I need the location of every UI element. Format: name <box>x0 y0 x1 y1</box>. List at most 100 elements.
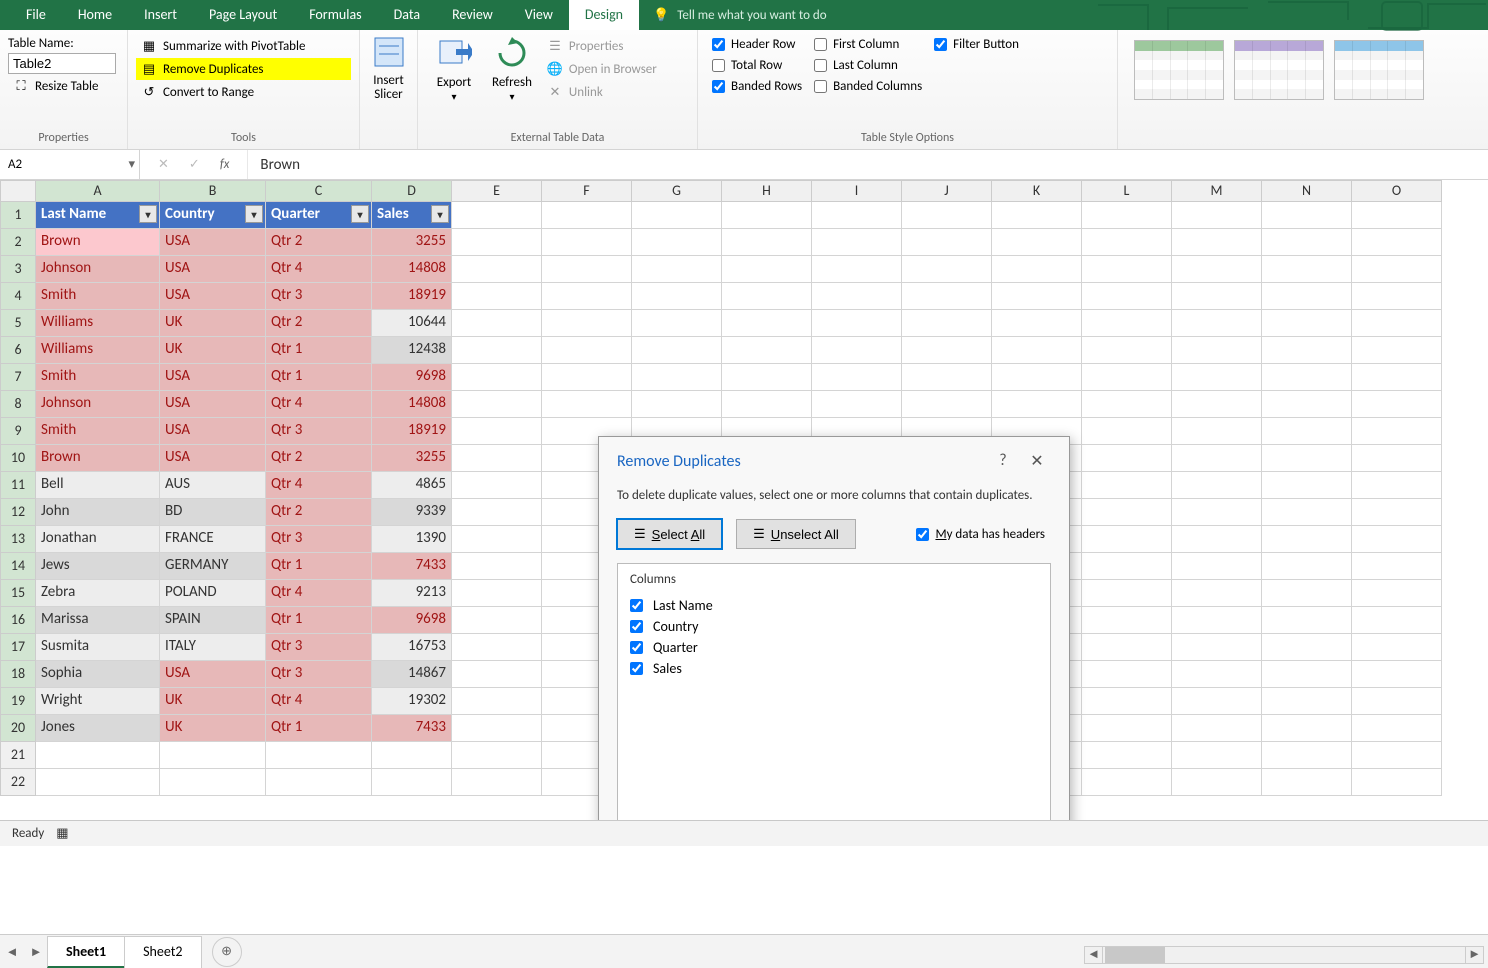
cell[interactable] <box>36 769 160 796</box>
column-header[interactable]: M <box>1172 180 1262 202</box>
cell[interactable]: USA <box>160 445 266 472</box>
cell[interactable] <box>812 310 902 337</box>
cell[interactable] <box>452 688 542 715</box>
cell[interactable] <box>1082 472 1172 499</box>
banded-columns-checkbox[interactable]: Banded Columns <box>808 76 928 97</box>
cell[interactable] <box>1172 310 1262 337</box>
column-header[interactable]: C <box>266 180 372 202</box>
cell[interactable] <box>542 283 632 310</box>
row-header[interactable]: 18 <box>0 661 36 688</box>
cell[interactable]: 14808 <box>372 391 452 418</box>
column-header[interactable]: G <box>632 180 722 202</box>
cell[interactable] <box>1172 364 1262 391</box>
convert-to-range-button[interactable]: ↺ Convert to Range <box>136 81 351 103</box>
cell[interactable]: UK <box>160 310 266 337</box>
column-header[interactable]: J <box>902 180 992 202</box>
cell[interactable] <box>452 202 542 229</box>
cell[interactable]: Susmita <box>36 634 160 661</box>
scroll-right-icon[interactable]: ► <box>1465 947 1483 963</box>
cell[interactable]: UK <box>160 337 266 364</box>
cell[interactable] <box>452 472 542 499</box>
cell[interactable]: Smith <box>36 418 160 445</box>
column-checkbox-last-name[interactable]: Last Name <box>630 597 1038 614</box>
cell[interactable] <box>1352 607 1442 634</box>
table-style-swatch[interactable] <box>1234 40 1324 100</box>
cell[interactable] <box>992 256 1082 283</box>
cell[interactable] <box>722 337 812 364</box>
cell[interactable] <box>1262 526 1352 553</box>
table-style-swatch[interactable] <box>1334 40 1424 100</box>
table-header-cell[interactable]: Last Name▾ <box>36 202 160 229</box>
header-row-checkbox[interactable]: Header Row <box>706 34 808 55</box>
cell[interactable] <box>1172 283 1262 310</box>
cell[interactable]: Sophia <box>36 661 160 688</box>
cell[interactable]: USA <box>160 256 266 283</box>
column-checkbox-quarter[interactable]: Quarter <box>630 639 1038 656</box>
column-header[interactable]: A <box>36 180 160 202</box>
table-header-cell[interactable]: Country▾ <box>160 202 266 229</box>
cell[interactable] <box>1352 391 1442 418</box>
cell[interactable] <box>902 337 992 364</box>
cell[interactable] <box>722 256 812 283</box>
cell[interactable] <box>542 229 632 256</box>
row-header[interactable]: 15 <box>0 580 36 607</box>
cell[interactable] <box>992 337 1082 364</box>
cell[interactable] <box>1082 256 1172 283</box>
tab-review[interactable]: Review <box>436 0 509 30</box>
cell[interactable]: 3255 <box>372 229 452 256</box>
table-style-swatch[interactable] <box>1134 40 1224 100</box>
cell[interactable] <box>1352 337 1442 364</box>
sheet-nav-next[interactable]: ► <box>24 944 48 960</box>
column-header[interactable]: H <box>722 180 812 202</box>
cell[interactable]: Qtr 3 <box>266 634 372 661</box>
cell[interactable] <box>36 742 160 769</box>
cell[interactable] <box>1082 391 1172 418</box>
row-header[interactable]: 22 <box>0 769 36 796</box>
cell[interactable] <box>452 445 542 472</box>
tab-formulas[interactable]: Formulas <box>293 0 377 30</box>
cell[interactable] <box>266 742 372 769</box>
tab-data[interactable]: Data <box>378 0 436 30</box>
cell[interactable] <box>722 229 812 256</box>
cell[interactable] <box>992 364 1082 391</box>
row-header[interactable]: 21 <box>0 742 36 769</box>
cell[interactable] <box>1262 310 1352 337</box>
cell[interactable]: Williams <box>36 337 160 364</box>
close-button[interactable]: ✕ <box>1023 451 1051 471</box>
cell[interactable] <box>1082 769 1172 796</box>
scroll-thumb[interactable] <box>1105 947 1165 963</box>
cell[interactable] <box>1082 553 1172 580</box>
cell[interactable] <box>1082 715 1172 742</box>
column-checkbox-sales[interactable]: Sales <box>630 660 1038 677</box>
tab-page-layout[interactable]: Page Layout <box>193 0 293 30</box>
cell[interactable] <box>1262 661 1352 688</box>
cell[interactable] <box>902 391 992 418</box>
cell[interactable] <box>902 256 992 283</box>
row-header[interactable]: 3 <box>0 256 36 283</box>
cell[interactable] <box>372 742 452 769</box>
cell[interactable] <box>812 391 902 418</box>
cell[interactable]: Qtr 4 <box>266 472 372 499</box>
cell[interactable]: Qtr 3 <box>266 418 372 445</box>
cell[interactable] <box>632 310 722 337</box>
cell[interactable] <box>1082 283 1172 310</box>
cell[interactable] <box>1352 526 1442 553</box>
cell[interactable] <box>1172 391 1262 418</box>
insert-slicer-button[interactable]: InsertSlicer <box>361 34 417 103</box>
cell[interactable] <box>1172 202 1262 229</box>
cell[interactable] <box>1352 769 1442 796</box>
cell[interactable] <box>632 337 722 364</box>
cell[interactable] <box>1172 256 1262 283</box>
cell[interactable] <box>1082 310 1172 337</box>
filter-dropdown-icon[interactable]: ▾ <box>139 205 157 223</box>
cell[interactable] <box>1352 742 1442 769</box>
cell[interactable] <box>1082 337 1172 364</box>
cell[interactable]: USA <box>160 283 266 310</box>
cell[interactable] <box>1262 607 1352 634</box>
my-data-has-headers-checkbox[interactable]: My data has headers <box>910 524 1051 545</box>
cell[interactable] <box>1262 337 1352 364</box>
cell[interactable] <box>1352 715 1442 742</box>
cell[interactable] <box>1082 688 1172 715</box>
cell[interactable]: POLAND <box>160 580 266 607</box>
cell[interactable] <box>542 256 632 283</box>
